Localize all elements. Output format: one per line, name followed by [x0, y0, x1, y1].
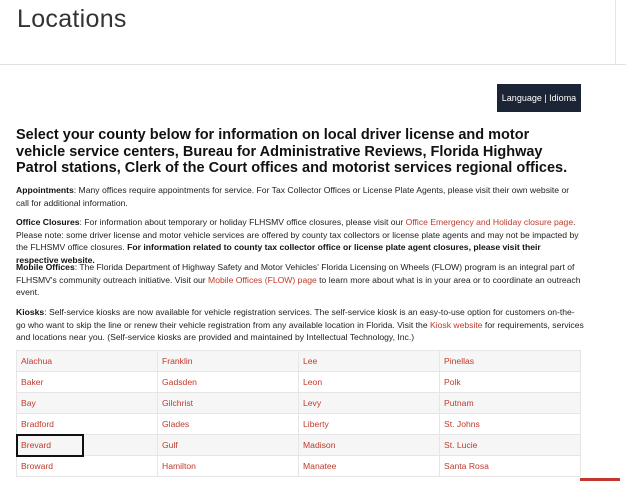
intro-heading: Select your county below for information… — [16, 127, 568, 176]
county-link[interactable]: Alachua — [21, 356, 52, 366]
county-link[interactable]: Baker — [21, 377, 43, 387]
language-button[interactable]: Language | Idioma — [497, 84, 581, 112]
appointments-text: : Many offices require appointments for … — [16, 185, 570, 208]
county-link[interactable]: Madison — [303, 440, 335, 450]
page-header: Locations — [0, 0, 626, 65]
mobile-offices-label: Mobile Offices — [16, 262, 75, 272]
kiosk-website-link[interactable]: Kiosk website — [430, 320, 483, 330]
county-link[interactable]: Pinellas — [444, 356, 474, 366]
county-link[interactable]: St. Johns — [444, 419, 480, 429]
table-row: Baker Gadsden Leon Polk — [16, 371, 581, 393]
county-link[interactable]: Bradford — [21, 419, 54, 429]
table-row: Broward Hamilton Manatee Santa Rosa — [16, 455, 581, 477]
county-link[interactable]: Lee — [303, 356, 317, 366]
county-link[interactable]: Polk — [444, 377, 461, 387]
county-link[interactable]: Gadsden — [162, 377, 197, 387]
county-link[interactable]: Santa Rosa — [444, 461, 489, 471]
county-table: Alachua Franklin Lee Pinellas Baker Gads… — [16, 350, 581, 477]
county-link[interactable]: Leon — [303, 377, 322, 387]
county-link[interactable]: Franklin — [162, 356, 193, 366]
county-link[interactable]: Glades — [162, 419, 189, 429]
mobile-offices-paragraph: Mobile Offices: The Florida Department o… — [16, 261, 584, 299]
appointments-label: Appointments — [16, 185, 74, 195]
county-link[interactable]: Gulf — [162, 440, 178, 450]
table-row: Brevard Gulf Madison St. Lucie — [16, 434, 581, 456]
county-link[interactable]: Gilchrist — [162, 398, 193, 408]
office-closures-label: Office Closures — [16, 217, 80, 227]
county-link[interactable]: Hamilton — [162, 461, 196, 471]
appointments-paragraph: Appointments: Many offices require appoi… — [16, 184, 584, 209]
page-title: Locations — [17, 5, 127, 33]
county-link[interactable]: Liberty — [303, 419, 329, 429]
county-link[interactable]: Broward — [21, 461, 53, 471]
office-closures-text: : For information about temporary or hol… — [79, 217, 406, 227]
kiosks-paragraph: Kiosks: Self-service kiosks are now avai… — [16, 306, 584, 344]
county-link[interactable]: Manatee — [303, 461, 336, 471]
county-link[interactable]: Levy — [303, 398, 321, 408]
county-link-brevard[interactable]: Brevard — [21, 440, 51, 450]
kiosks-label: Kiosks — [16, 307, 45, 317]
office-closures-paragraph: Office Closures: For information about t… — [16, 216, 584, 266]
county-link[interactable]: Putnam — [444, 398, 474, 408]
mobile-offices-link[interactable]: Mobile Offices (FLOW) page — [208, 275, 317, 285]
county-link[interactable]: St. Lucie — [444, 440, 477, 450]
office-closure-link[interactable]: Office Emergency and Holiday closure pag… — [406, 217, 574, 227]
table-row: Bradford Glades Liberty St. Johns — [16, 413, 581, 435]
table-row: Alachua Franklin Lee Pinellas — [16, 350, 581, 372]
county-link[interactable]: Bay — [21, 398, 36, 408]
table-row: Bay Gilchrist Levy Putnam — [16, 392, 581, 414]
